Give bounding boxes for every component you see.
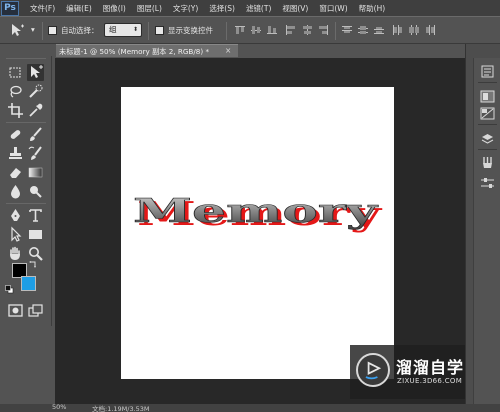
menu-file[interactable]: 文件(F) bbox=[30, 3, 55, 14]
color-panel-icon[interactable] bbox=[479, 89, 496, 104]
auto-select-dropdown[interactable]: 组 ⬍ bbox=[104, 23, 142, 37]
watermark-url: ZIXUE.3D66.COM bbox=[397, 377, 463, 385]
healing-brush-icon[interactable] bbox=[7, 126, 24, 143]
panel-separator bbox=[478, 124, 497, 125]
close-icon[interactable]: × bbox=[225, 44, 231, 57]
distribute-top-icon[interactable] bbox=[341, 25, 353, 35]
options-separator bbox=[226, 22, 227, 40]
options-separator bbox=[148, 22, 149, 40]
menu-window[interactable]: 窗口(W) bbox=[319, 3, 347, 14]
blur-icon[interactable] bbox=[7, 183, 24, 200]
properties-panel-icon[interactable] bbox=[479, 176, 496, 191]
quick-mask-icon[interactable] bbox=[7, 302, 24, 319]
lasso-icon[interactable] bbox=[7, 83, 24, 100]
art-text-layer: Memory Memory bbox=[133, 191, 383, 233]
menu-select[interactable]: 选择(S) bbox=[209, 3, 235, 14]
background-color-swatch[interactable] bbox=[21, 276, 36, 291]
menu-help[interactable]: 帮助(H) bbox=[359, 3, 386, 14]
distribute-left-icon[interactable] bbox=[392, 25, 404, 35]
menu-layer[interactable]: 图层(L) bbox=[137, 3, 162, 14]
menu-type[interactable]: 文字(Y) bbox=[173, 3, 198, 14]
auto-select-checkbox[interactable] bbox=[48, 26, 57, 35]
document-canvas[interactable]: Memory Memory bbox=[121, 87, 394, 379]
toolbar-separator bbox=[6, 122, 46, 123]
dodge-icon[interactable] bbox=[27, 183, 44, 200]
align-top-icon[interactable] bbox=[234, 25, 246, 35]
screen-mode-icon[interactable] bbox=[27, 302, 44, 319]
tools-panel bbox=[0, 56, 52, 326]
panel-separator bbox=[478, 82, 497, 83]
gradient-icon[interactable] bbox=[27, 164, 44, 181]
play-logo-icon bbox=[356, 353, 390, 387]
distribute-hcenter-icon[interactable] bbox=[408, 25, 420, 35]
hand-icon[interactable] bbox=[7, 245, 24, 262]
align-bottom-icon[interactable] bbox=[266, 25, 278, 35]
show-transform-checkbox[interactable] bbox=[155, 26, 164, 35]
options-bar: ▾ 自动选择： 组 ⬍ 显示变换控件 bbox=[0, 16, 500, 44]
show-transform-label: 显示变换控件 bbox=[168, 26, 213, 35]
document-tab[interactable]: 未标题-1 @ 50% (Memory 副本 2, RGB/8) * bbox=[56, 44, 238, 57]
quick-select-icon[interactable] bbox=[27, 83, 44, 100]
pen-icon[interactable] bbox=[7, 207, 24, 224]
eyedropper-icon[interactable] bbox=[27, 102, 44, 119]
history-panel-icon[interactable] bbox=[479, 64, 496, 79]
menu-filter[interactable]: 滤镜(T) bbox=[246, 3, 271, 14]
swap-colors-icon[interactable] bbox=[29, 260, 38, 269]
move-tool-icon[interactable] bbox=[27, 64, 44, 81]
zoom-readout[interactable]: 50% bbox=[52, 403, 66, 411]
photoshop-logo: Ps bbox=[1, 0, 19, 16]
align-vcenter-icon[interactable] bbox=[250, 25, 262, 35]
align-right-icon[interactable] bbox=[317, 25, 329, 35]
document-tabs: 未标题-1 @ 50% (Memory 副本 2, RGB/8) * × bbox=[55, 44, 465, 57]
marquee-icon[interactable] bbox=[7, 64, 24, 81]
toolbar-grip bbox=[6, 58, 46, 59]
adjustments-panel-icon[interactable] bbox=[479, 106, 496, 121]
menu-image[interactable]: 图像(I) bbox=[103, 3, 126, 14]
crop-icon[interactable] bbox=[7, 102, 24, 119]
path-select-icon[interactable] bbox=[7, 226, 24, 243]
options-separator bbox=[42, 22, 43, 40]
menu-bar: Ps 文件(F) 编辑(E) 图像(I) 图层(L) 文字(Y) 选择(S) 滤… bbox=[0, 0, 500, 16]
art-text-face: Memory bbox=[133, 191, 378, 230]
chevron-updown-icon: ⬍ bbox=[132, 26, 138, 33]
watermark-title: 溜溜自学 bbox=[396, 358, 465, 377]
watermark: 溜溜自学 ZIXUE.3D66.COM bbox=[350, 345, 471, 399]
menu-view[interactable]: 视图(V) bbox=[282, 3, 308, 14]
brush-icon[interactable] bbox=[27, 126, 44, 143]
brush-panel-icon[interactable] bbox=[479, 155, 496, 170]
layers-panel-icon[interactable] bbox=[479, 131, 496, 146]
auto-select-value: 组 bbox=[109, 25, 117, 34]
eraser-icon[interactable] bbox=[7, 164, 24, 181]
status-bar: 50% 文档:1.19M/3.53M bbox=[0, 403, 500, 412]
align-hcenter-icon[interactable] bbox=[301, 25, 313, 35]
toolbar-separator bbox=[6, 203, 46, 204]
auto-select-label: 自动选择： bbox=[61, 26, 99, 35]
collapsed-panels bbox=[473, 58, 500, 408]
canvas-area[interactable]: Memory Memory 溜溜自学 ZIXUE.3D66.COM bbox=[55, 58, 471, 408]
align-left-icon[interactable] bbox=[285, 25, 297, 35]
preset-dropdown-arrow[interactable]: ▾ bbox=[31, 25, 35, 34]
panel-separator bbox=[478, 149, 497, 150]
distribute-right-icon[interactable] bbox=[424, 25, 436, 35]
clone-stamp-icon[interactable] bbox=[7, 145, 24, 162]
rectangle-icon[interactable] bbox=[27, 226, 44, 243]
document-tab-title: 未标题-1 @ 50% (Memory 副本 2, RGB/8) * bbox=[59, 47, 210, 56]
move-tool-preset-icon[interactable] bbox=[8, 22, 25, 39]
options-separator bbox=[335, 22, 336, 40]
default-colors-icon[interactable] bbox=[5, 285, 14, 294]
distribute-vcenter-icon[interactable] bbox=[357, 25, 369, 35]
history-brush-icon[interactable] bbox=[27, 145, 44, 162]
distribute-bottom-icon[interactable] bbox=[373, 25, 385, 35]
type-icon[interactable] bbox=[27, 207, 44, 224]
document-info: 文档:1.19M/3.53M bbox=[92, 405, 150, 412]
menu-edit[interactable]: 编辑(E) bbox=[66, 3, 92, 14]
